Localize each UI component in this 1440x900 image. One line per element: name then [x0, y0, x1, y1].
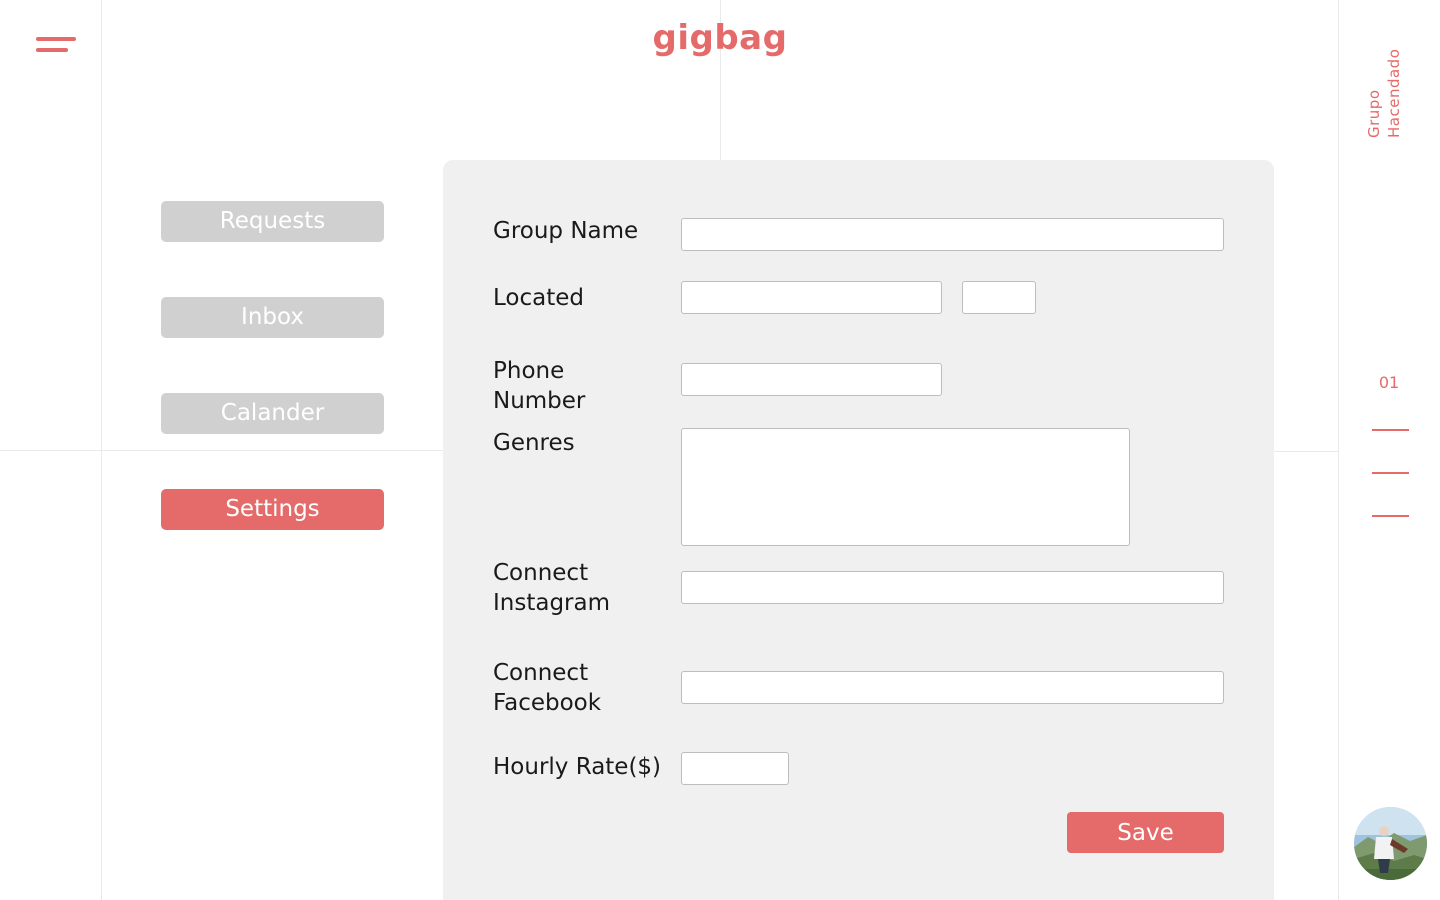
nav-settings-button[interactable]: Settings	[161, 489, 384, 530]
state-input[interactable]	[962, 281, 1036, 314]
side-nav: Requests Inbox Calander Settings	[161, 201, 384, 585]
group-name-label: Group Name	[493, 218, 639, 244]
hourly-rate-label: Hourly Rate($)	[493, 754, 662, 780]
menu-line	[36, 48, 68, 52]
facebook-label-line: Connect	[493, 660, 589, 686]
page-indicator-tick[interactable]	[1372, 472, 1409, 474]
connect-facebook-label: Connect Facebook	[493, 658, 601, 718]
instagram-input[interactable]	[681, 571, 1224, 604]
hamburger-menu-icon[interactable]	[36, 36, 76, 56]
hourly-rate-input[interactable]	[681, 752, 789, 785]
page-indicator-tick[interactable]	[1372, 429, 1409, 431]
facebook-label-line: Facebook	[493, 690, 602, 716]
nav-inbox-button[interactable]: Inbox	[161, 297, 384, 338]
app-logo[interactable]: gigbag	[620, 18, 820, 58]
page-number: 01	[1378, 373, 1400, 392]
city-input[interactable]	[681, 281, 942, 314]
genres-label: Genres	[493, 430, 575, 456]
nav-calendar-button[interactable]: Calander	[161, 393, 384, 434]
instagram-label-line: Instagram	[493, 590, 611, 616]
phone-label-line: Number	[493, 388, 586, 414]
phone-number-input[interactable]	[681, 363, 942, 396]
settings-form-panel: Group Name Located Phone Number Genres C…	[443, 160, 1274, 900]
genres-textarea[interactable]	[681, 428, 1130, 546]
grid-line	[1338, 0, 1339, 900]
connect-instagram-label: Connect Instagram	[493, 558, 610, 618]
instagram-label-line: Connect	[493, 560, 589, 586]
facebook-input[interactable]	[681, 671, 1224, 704]
grid-line	[1274, 451, 1339, 452]
located-label: Located	[493, 285, 584, 311]
phone-number-label: Phone Number	[493, 356, 585, 416]
nav-requests-button[interactable]: Requests	[161, 201, 384, 242]
user-avatar[interactable]	[1354, 807, 1427, 880]
avatar-photo	[1354, 807, 1427, 880]
page-indicator-tick[interactable]	[1372, 515, 1409, 517]
save-button[interactable]: Save	[1067, 812, 1224, 853]
phone-label-line: Phone	[493, 358, 565, 384]
menu-line	[36, 37, 76, 41]
group-name-input[interactable]	[681, 218, 1224, 251]
group-name-vertical: Grupo Hacendado	[1365, 48, 1403, 138]
